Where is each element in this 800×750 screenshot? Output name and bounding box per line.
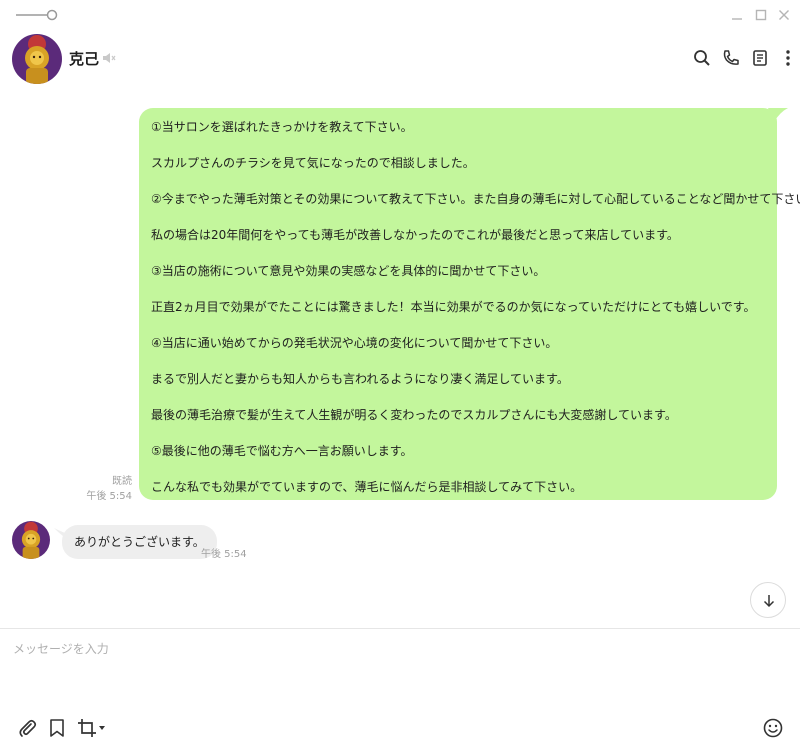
note-icon[interactable] [750, 48, 770, 68]
contact-avatar-small[interactable] [12, 521, 50, 559]
pin-slider-icon[interactable] [16, 9, 58, 21]
paperclip-icon[interactable] [16, 717, 38, 739]
bookmark-icon[interactable] [46, 717, 68, 739]
message-line: 最後の薄毛治療で髪が生えて人生観が明るく変わったのでスカルプさんにも大変感謝して… [151, 408, 677, 422]
scroll-down-icon [763, 595, 775, 608]
composer-divider [0, 628, 800, 629]
chevron-down-icon[interactable] [98, 725, 106, 731]
message-line: スカルプさんのチラシを見て気になったので相談しました。 [151, 156, 475, 170]
message-time: 午後 5:54 [201, 549, 247, 560]
minimize-icon[interactable] [728, 6, 746, 24]
message-line: ②今までやった薄毛対策とその効果について教えて下さい。また自身の薄毛に対して心配… [151, 192, 800, 206]
message-line: まるで別人だと妻からも知人からも言われるようになり凄く満足しています。 [151, 372, 569, 386]
contact-name: 克己 [69, 50, 100, 68]
title-bar [0, 0, 800, 30]
message-line: ④当店に通い始めてからの発毛状況や心境の変化について聞かせて下さい。 [151, 336, 558, 350]
incoming-message-bubble[interactable]: ありがとうございます。 [62, 525, 217, 559]
message-line: 正直2ヵ月目で効果がでたことには驚きました！本当に効果がでるのか気になっていただ… [151, 300, 756, 314]
speaker-muted-icon [103, 53, 116, 63]
message-line: こんな私でも効果がでていますので、薄毛に悩んだら是非相談してみて下さい。 [151, 480, 583, 494]
read-receipt: 既読 [112, 476, 132, 487]
chat-header: 克己 [0, 30, 800, 88]
emoji-icon[interactable] [762, 717, 784, 739]
scroll-down-button[interactable] [750, 582, 786, 618]
phone-icon[interactable] [721, 48, 741, 68]
message-time: 午後 5:54 [86, 491, 132, 502]
message-line: ⑤最後に他の薄毛で悩む方へ一言お願いします。 [151, 444, 413, 458]
search-icon[interactable] [692, 48, 712, 68]
chat-window: 克己 ①当サロンを選ばれたきっかけを教えて下さい。 スカルプさんのチラシを見て気… [0, 0, 800, 750]
message-line: ①当サロンを選ばれたきっかけを教えて下さい。 [151, 120, 413, 134]
contact-avatar[interactable] [12, 34, 62, 84]
maximize-icon[interactable] [752, 6, 770, 24]
message-line: 私の場合は20年間何をやっても薄毛が改善しなかったのでこれが最後だと思って来店し… [151, 228, 679, 242]
close-icon[interactable] [775, 6, 793, 24]
outgoing-message-bubble[interactable]: ①当サロンを選ばれたきっかけを教えて下さい。 スカルプさんのチラシを見て気になっ… [139, 108, 800, 500]
message-input[interactable] [13, 640, 783, 700]
crop-icon[interactable] [76, 717, 98, 739]
message-line: ③当店の施術について意見や効果の実感などを具体的に聞かせて下さい。 [151, 264, 546, 278]
more-vertical-icon[interactable] [778, 48, 798, 68]
